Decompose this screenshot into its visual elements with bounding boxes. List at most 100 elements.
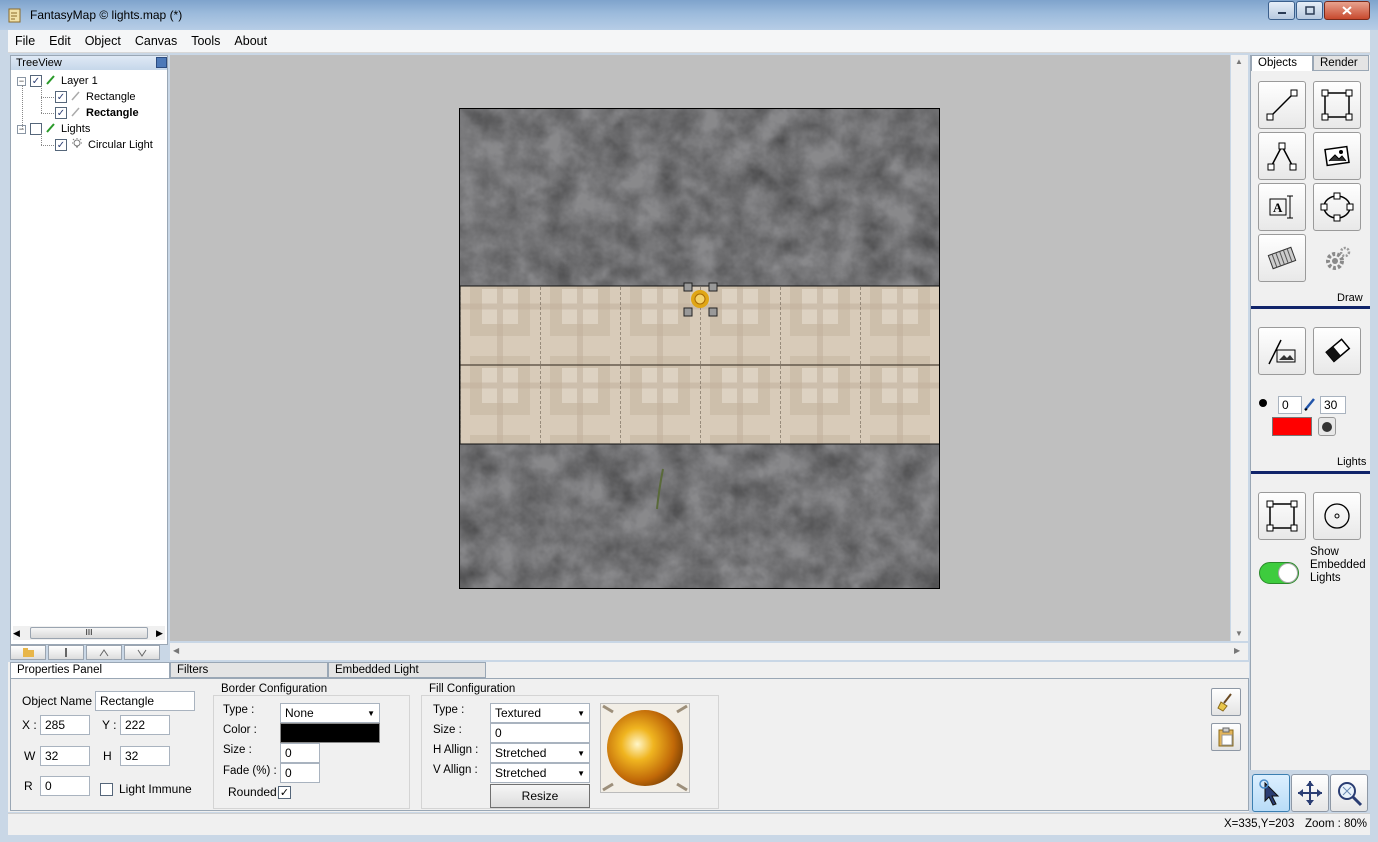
scroll-left-icon[interactable]: ◀ <box>13 628 20 639</box>
tree-view-header: TreeView <box>11 56 167 70</box>
w-label: W <box>24 749 36 763</box>
minimize-button[interactable] <box>1268 1 1295 20</box>
w-input[interactable]: 32 <box>40 746 90 766</box>
line-tool-button[interactable] <box>1258 81 1306 129</box>
fill-type-select[interactable]: Textured ▼ <box>490 703 590 723</box>
settings-gear-icon[interactable] <box>1319 241 1355 277</box>
pan-tool-button[interactable] <box>1291 774 1329 812</box>
menu-object[interactable]: Object <box>78 30 128 48</box>
map-canvas[interactable] <box>459 108 940 589</box>
rectangle-tool-button[interactable] <box>1313 81 1361 129</box>
menu-edit[interactable]: Edit <box>42 30 78 48</box>
light-immune-label: Light Immune <box>119 782 192 796</box>
brush-size-input[interactable]: 0 <box>1278 396 1302 414</box>
canvas-hscrollbar[interactable]: ◀ ▶ <box>170 643 1248 660</box>
maximize-button[interactable] <box>1296 1 1323 20</box>
x-input[interactable]: 285 <box>40 715 90 735</box>
fill-size-input[interactable]: 0 <box>490 723 590 743</box>
border-type-label: Type : <box>223 704 255 716</box>
menu-about[interactable]: About <box>227 30 274 48</box>
scroll-down-icon[interactable]: ▼ <box>1235 629 1243 638</box>
tree-item-rectangle-2[interactable]: ✓ Rectangle <box>55 105 139 121</box>
tab-render[interactable]: Render <box>1313 55 1369 71</box>
brush-image-button[interactable] <box>1258 327 1306 375</box>
menu-tools[interactable]: Tools <box>184 30 227 48</box>
paste-button[interactable] <box>1211 723 1241 751</box>
y-input[interactable]: 222 <box>120 715 170 735</box>
circular-light-button[interactable] <box>1313 492 1361 540</box>
border-type-select[interactable]: None ▼ <box>280 703 380 723</box>
text-tool-button[interactable]: A <box>1258 183 1306 231</box>
scroll-right-icon[interactable]: ▶ <box>1234 646 1240 655</box>
brush-color-swatch[interactable] <box>1272 417 1312 436</box>
clean-button[interactable] <box>1211 688 1241 716</box>
circular-light-icon <box>1324 503 1350 529</box>
pen-icon <box>71 91 80 104</box>
object-name-input[interactable]: Rectangle <box>95 691 195 711</box>
tree-item-lights[interactable]: − Lights <box>17 121 90 137</box>
scroll-up-icon[interactable]: ▲ <box>1235 57 1243 66</box>
tree-checkbox[interactable]: ✓ <box>55 107 67 119</box>
tree-line <box>41 113 54 114</box>
menu-file[interactable]: File <box>8 30 42 48</box>
polygon-icon <box>1267 142 1297 171</box>
tab-objects[interactable]: Objects <box>1251 55 1313 71</box>
bulb-icon <box>71 137 83 153</box>
brush-shape-button[interactable] <box>1318 417 1336 436</box>
tree-hscrollbar[interactable]: ◀ III ▶ <box>13 626 165 640</box>
brush-opacity-input[interactable]: 30 <box>1320 396 1346 414</box>
eraser-button[interactable] <box>1313 327 1361 375</box>
tree-item-label: Layer 1 <box>61 75 98 87</box>
tab-embedded-light[interactable]: Embedded Light <box>328 662 486 678</box>
tree-item-layer1[interactable]: − ✓ Layer 1 <box>17 73 98 89</box>
move-down-button[interactable] <box>124 645 160 660</box>
toggle-knob <box>1278 563 1298 583</box>
r-input[interactable]: 0 <box>40 776 90 796</box>
resize-button[interactable]: Resize <box>490 784 590 808</box>
magnifier-icon <box>1338 782 1363 807</box>
tab-filters[interactable]: Filters <box>170 662 328 678</box>
scroll-right-icon[interactable]: ▶ <box>156 628 163 639</box>
menu-canvas[interactable]: Canvas <box>128 30 184 48</box>
layer-button[interactable] <box>48 645 84 660</box>
scroll-left-icon[interactable]: ◀ <box>173 646 179 655</box>
tab-properties-panel[interactable]: Properties Panel <box>10 662 170 678</box>
close-button[interactable] <box>1324 1 1370 20</box>
move-icon <box>1298 781 1322 805</box>
scroll-thumb[interactable]: III <box>30 627 148 639</box>
select-tool-button[interactable] <box>1252 774 1290 812</box>
pin-icon[interactable] <box>156 57 167 68</box>
tree-item-rectangle-1[interactable]: ✓ Rectangle <box>55 89 136 105</box>
v-align-select[interactable]: Stretched ▼ <box>490 763 590 783</box>
pattern-tool-button[interactable] <box>1258 234 1306 282</box>
canvas-vscrollbar[interactable]: ▲ ▼ <box>1231 55 1248 641</box>
fill-size-label: Size : <box>433 724 462 736</box>
show-embedded-lights-toggle[interactable] <box>1259 562 1299 584</box>
border-fade-label: Fade (%) : <box>223 765 277 777</box>
tree-line <box>22 85 23 129</box>
y-label: Y : <box>102 718 117 732</box>
border-color-swatch[interactable] <box>280 723 380 743</box>
rounded-checkbox[interactable]: ✓ <box>278 786 291 799</box>
tree-item-label: Rectangle <box>86 107 139 119</box>
polygon-tool-button[interactable] <box>1258 132 1306 180</box>
tree-checkbox[interactable]: ✓ <box>55 91 67 103</box>
rect-light-button[interactable] <box>1258 492 1306 540</box>
tree-item-circular-light[interactable]: ✓ Circular Light <box>55 137 153 153</box>
h-align-select[interactable]: Stretched ▼ <box>490 743 590 763</box>
move-up-button[interactable] <box>86 645 122 660</box>
zoom-level: Zoom : 80% <box>1305 818 1367 830</box>
line-icon <box>1266 89 1298 121</box>
h-input[interactable]: 32 <box>120 746 170 766</box>
tree-checkbox[interactable]: ✓ <box>55 139 67 151</box>
draw-section-label: Draw <box>1337 292 1363 304</box>
folder-button[interactable] <box>10 645 46 660</box>
border-fade-input[interactable]: 0 <box>280 763 320 783</box>
zoom-tool-button[interactable] <box>1330 774 1368 812</box>
fill-texture-preview[interactable] <box>600 703 690 793</box>
light-immune-checkbox[interactable] <box>100 783 113 796</box>
paint-image-icon <box>1268 339 1296 365</box>
border-size-input[interactable]: 0 <box>280 743 320 763</box>
image-tool-button[interactable] <box>1313 132 1361 180</box>
ellipse-tool-button[interactable] <box>1313 183 1361 231</box>
